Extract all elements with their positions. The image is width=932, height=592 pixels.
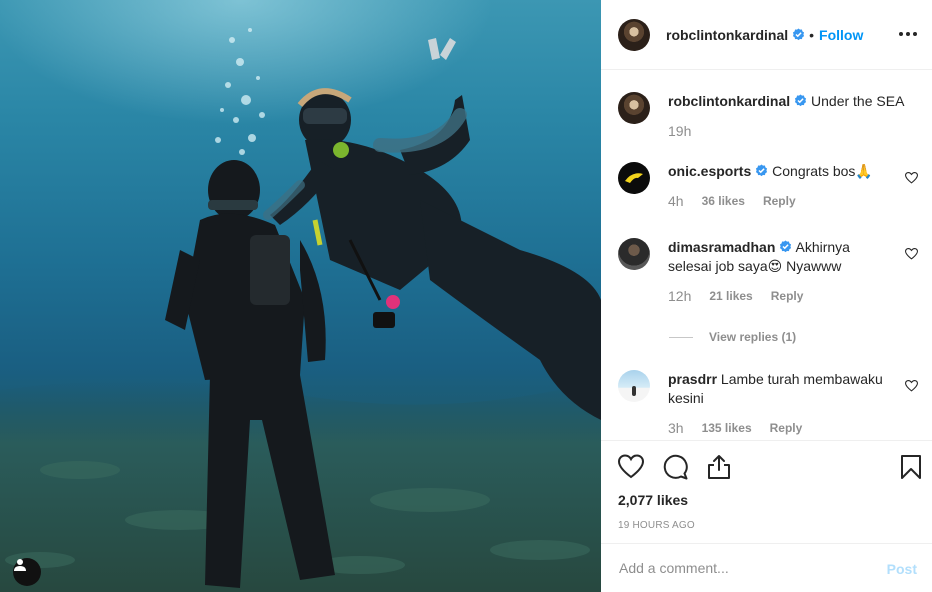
comment-username[interactable]: dimasramadhan — [668, 239, 775, 255]
person-icon — [14, 559, 26, 571]
comment-username[interactable]: onic.esports — [668, 163, 751, 179]
verified-badge-icon — [780, 240, 792, 253]
comment-username[interactable]: prasdrr — [668, 371, 717, 387]
verified-badge-icon — [793, 28, 805, 41]
author-username[interactable]: robclintonkardinal — [666, 27, 788, 43]
reply-button[interactable]: Reply — [771, 287, 804, 306]
post-actions-section: 2,077 likes 19 HOURS AGO — [601, 440, 932, 543]
add-comment-section: Post — [601, 543, 932, 592]
comment-text: Congrats bos🙏 — [772, 163, 873, 179]
comment-username[interactable]: robclintonkardinal — [668, 93, 790, 109]
post-comment-button[interactable]: Post — [887, 561, 917, 577]
comment-item: dimasramadhan Akhirnya selesai job saya😍… — [618, 238, 918, 306]
comment-likes[interactable]: 36 likes — [702, 192, 745, 211]
comment-likes[interactable]: 21 likes — [709, 287, 752, 306]
avatar[interactable] — [618, 92, 650, 124]
bookmark-icon[interactable] — [898, 454, 924, 480]
reply-button[interactable]: Reply — [770, 419, 803, 438]
comments-list[interactable]: robclintonkardinal Under the SEA 19h oni… — [601, 71, 932, 439]
action-bar — [618, 454, 922, 482]
comment-likes[interactable]: 135 likes — [702, 419, 752, 438]
heart-icon[interactable] — [618, 454, 644, 480]
view-replies-button[interactable]: View replies (1) — [669, 330, 796, 344]
like-comment-heart-icon[interactable] — [905, 172, 918, 184]
comment-time[interactable]: 3h — [668, 419, 684, 438]
comment-time[interactable]: 12h — [668, 287, 691, 306]
comment-time[interactable]: 4h — [668, 192, 684, 211]
likes-count[interactable]: 2,077 likes — [618, 492, 688, 508]
author-avatar[interactable] — [618, 18, 650, 51]
post-photo[interactable] — [0, 0, 601, 592]
like-comment-heart-icon[interactable] — [905, 380, 918, 392]
separator-dot: • — [809, 26, 815, 43]
post-sidebar: robclintonkardinal • Follow robclintonka… — [601, 0, 932, 592]
avatar[interactable] — [618, 162, 650, 194]
caption: robclintonkardinal Under the SEA 19h — [618, 92, 918, 141]
onic-logo-icon — [625, 173, 643, 183]
comment-item: prasdrr Lambe turah membawaku kesini 3h … — [618, 370, 918, 438]
more-options-icon[interactable] — [899, 24, 917, 44]
post-header: robclintonkardinal • Follow — [601, 0, 932, 70]
view-replies-line — [669, 336, 693, 338]
post-timestamp[interactable]: 19 HOURS AGO — [618, 520, 695, 531]
comment-time[interactable]: 19h — [668, 122, 691, 141]
verified-badge-icon — [795, 94, 807, 107]
like-comment-heart-icon[interactable] — [905, 248, 918, 260]
comment-item: onic.esports Congrats bos🙏 4h 36 likes R… — [618, 162, 918, 211]
verified-badge-icon — [756, 164, 768, 177]
photo-illustration — [0, 28, 601, 592]
avatar[interactable] — [618, 238, 650, 270]
comment-input[interactable] — [619, 560, 869, 576]
view-replies-label: View replies (1) — [709, 330, 797, 344]
reply-button[interactable]: Reply — [763, 192, 796, 211]
avatar[interactable] — [618, 370, 650, 402]
share-icon[interactable] — [706, 454, 732, 480]
follow-button[interactable]: Follow — [819, 27, 863, 43]
comment-icon[interactable] — [662, 454, 688, 480]
comment-text: Under the SEA — [811, 93, 905, 109]
user-tag-button[interactable] — [13, 558, 41, 586]
